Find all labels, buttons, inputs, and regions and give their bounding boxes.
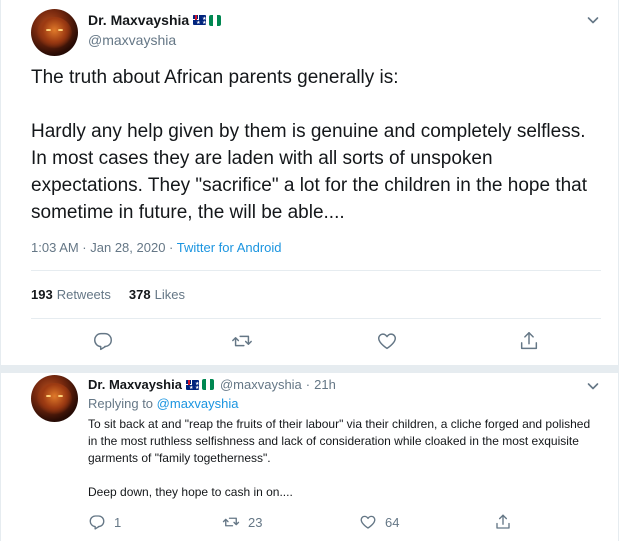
main-tweet: Dr. Maxvayshia ★ ★ ★ @maxvayshia The tru… (1, 0, 618, 360)
reply-action[interactable]: 1 (88, 513, 121, 531)
retweet-icon (222, 517, 240, 527)
reply-header: Dr. Maxvayshia ★ ★ ★ @maxvayshia · 21h (88, 377, 336, 392)
retweets-stat[interactable]: 193 Retweets (31, 287, 111, 302)
like-action[interactable]: 64 (359, 513, 399, 531)
dot-separator: · (305, 377, 311, 392)
retweets-count: 193 (31, 287, 53, 302)
tweet-stats: 193 Retweets 378 Likes (31, 287, 203, 302)
tweet-source[interactable]: Twitter for Android (177, 240, 282, 255)
tweet-text-body: Hardly any help given by them is genuine… (31, 121, 588, 223)
replying-to-handle[interactable]: @maxvayshia (157, 396, 239, 411)
retweets-label: Retweets (56, 287, 111, 302)
thread-separator (1, 365, 618, 373)
likes-count: 378 (128, 287, 151, 302)
reply-text: To sit back at and "reap the fruits of t… (88, 416, 598, 501)
avatar[interactable] (31, 375, 78, 422)
reply-icon[interactable] (92, 330, 114, 352)
reply-count: 1 (114, 514, 122, 530)
meta-separator: · (165, 240, 177, 255)
divider (31, 318, 601, 319)
chevron-down-icon[interactable] (586, 379, 600, 393)
avatar[interactable] (31, 9, 78, 56)
author-handle[interactable]: @maxvayshia (88, 32, 176, 48)
likes-stat[interactable]: 378 Likes (129, 287, 185, 302)
tweet-text-intro: The truth about African parents generall… (31, 67, 399, 88)
timestamp[interactable]: 1:03 AM · Jan 28, 2020 (31, 240, 165, 255)
reply-time[interactable]: 21h (314, 377, 336, 392)
reply-tweet[interactable]: Dr. Maxvayshia ★ ★ ★ @maxvayshia · 21h R… (1, 373, 618, 541)
replying-to: Replying to @maxvayshia (88, 396, 239, 411)
australia-flag-icon: ★ ★ ★ (193, 15, 207, 25)
reply-text-para: Deep down, they hope to cash in on.... (88, 485, 293, 499)
reply-icon (89, 515, 105, 530)
like-icon[interactable] (376, 330, 398, 352)
like-icon (360, 515, 376, 529)
retweet-action[interactable]: 23 (222, 513, 262, 531)
nigeria-flag-icon (209, 14, 222, 26)
share-icon (496, 514, 510, 529)
author-name[interactable]: Dr. Maxvayshia (88, 12, 189, 28)
australia-flag-icon: ★ ★ ★ (185, 379, 199, 390)
replying-prefix: Replying to (88, 396, 154, 411)
author-handle[interactable]: @maxvayshia (220, 377, 302, 392)
author-row: Dr. Maxvayshia ★ ★ ★ (88, 12, 222, 28)
nigeria-flag-icon (201, 379, 214, 390)
retweet-count: 23 (248, 514, 263, 530)
reply-text-para: To sit back at and "reap the fruits of t… (88, 417, 591, 465)
like-count: 64 (385, 514, 400, 530)
retweet-icon[interactable] (231, 330, 253, 352)
share-action[interactable] (494, 513, 520, 531)
tweet-thread: Dr. Maxvayshia ★ ★ ★ @maxvayshia The tru… (0, 0, 619, 541)
chevron-down-icon[interactable] (586, 13, 600, 27)
tweet-actions (31, 330, 601, 352)
author-name[interactable]: Dr. Maxvayshia (88, 377, 182, 392)
divider (31, 270, 601, 271)
likes-label: Likes (154, 287, 185, 302)
tweet-text: The truth about African parents generall… (31, 64, 591, 226)
reply-actions: 1 23 64 (88, 513, 608, 533)
tweet-meta: 1:03 AM · Jan 28, 2020 · Twitter for And… (31, 240, 282, 255)
share-icon[interactable] (518, 330, 540, 352)
